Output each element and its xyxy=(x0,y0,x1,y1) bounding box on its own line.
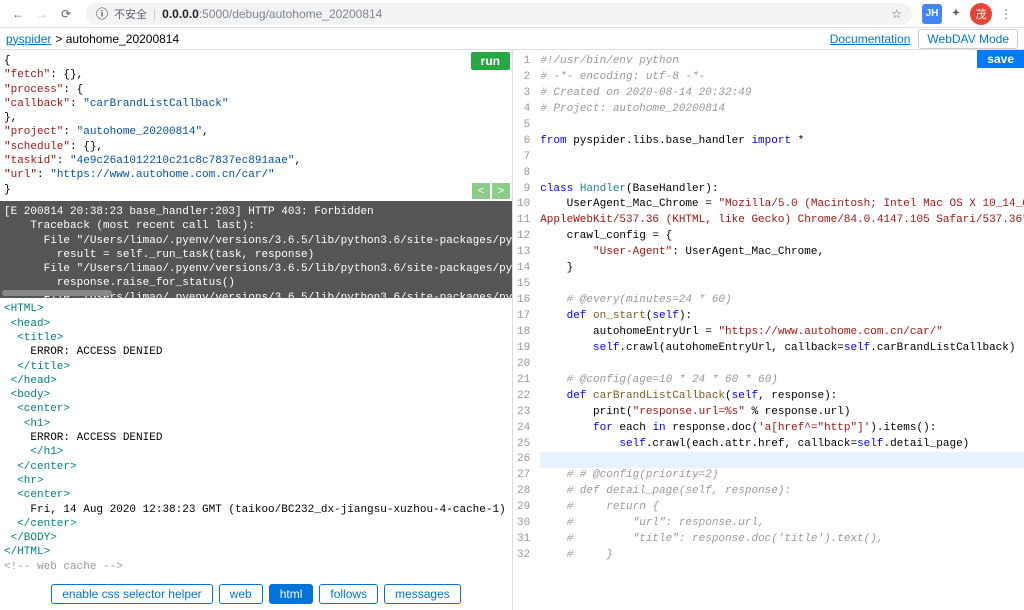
line-gutter: 1 2 3 4 5 6 7 8 9 10 11 12 13 14 15 16 1… xyxy=(513,50,536,568)
log-output: [E 200814 20:38:23 base_handler:203] HTT… xyxy=(0,201,512,298)
reload-button[interactable]: ⟳ xyxy=(56,4,76,24)
breadcrumb: > autohome_20200814 xyxy=(55,32,179,46)
code-editor[interactable]: save 1 2 3 4 5 6 7 8 9 10 11 12 13 14 15… xyxy=(513,50,1024,610)
task-json-area[interactable]: run { "fetch": {}, "process": { "callbac… xyxy=(0,50,512,201)
pyspider-link[interactable]: pyspider xyxy=(6,32,51,46)
html-preview: <HTML> <head> <title> ERROR: ACCESS DENI… xyxy=(0,298,512,578)
star-icon[interactable]: ☆ xyxy=(891,7,902,21)
prev-button[interactable]: < xyxy=(472,183,490,199)
documentation-link[interactable]: Documentation xyxy=(830,32,911,46)
run-button[interactable]: run xyxy=(471,52,510,70)
extension-jh-icon[interactable]: JH xyxy=(922,4,942,24)
css-selector-helper-button[interactable]: enable css selector helper xyxy=(51,584,212,604)
forward-button[interactable]: → xyxy=(32,4,52,24)
scrollbar[interactable] xyxy=(2,290,112,296)
menu-icon[interactable]: ⋮ xyxy=(996,4,1016,24)
info-icon: ⓘ xyxy=(96,5,108,22)
webdav-mode-button[interactable]: WebDAV Mode xyxy=(918,29,1018,49)
next-button[interactable]: > xyxy=(492,183,510,199)
save-button[interactable]: save xyxy=(977,50,1024,68)
url-text: 0.0.0.0:5000/debug/autohome_20200814 xyxy=(162,7,382,21)
url-bar[interactable]: ⓘ 不安全 | 0.0.0.0:5000/debug/autohome_2020… xyxy=(86,3,912,25)
avatar[interactable]: 茂 xyxy=(970,3,992,25)
tab-messages[interactable]: messages xyxy=(384,584,461,604)
security-label: 不安全 xyxy=(114,6,147,22)
tab-follows[interactable]: follows xyxy=(319,584,378,604)
tab-html[interactable]: html xyxy=(269,584,314,604)
tab-web[interactable]: web xyxy=(219,584,263,604)
extensions-icon[interactable]: ✦ xyxy=(946,4,966,24)
back-button[interactable]: ← xyxy=(8,4,28,24)
